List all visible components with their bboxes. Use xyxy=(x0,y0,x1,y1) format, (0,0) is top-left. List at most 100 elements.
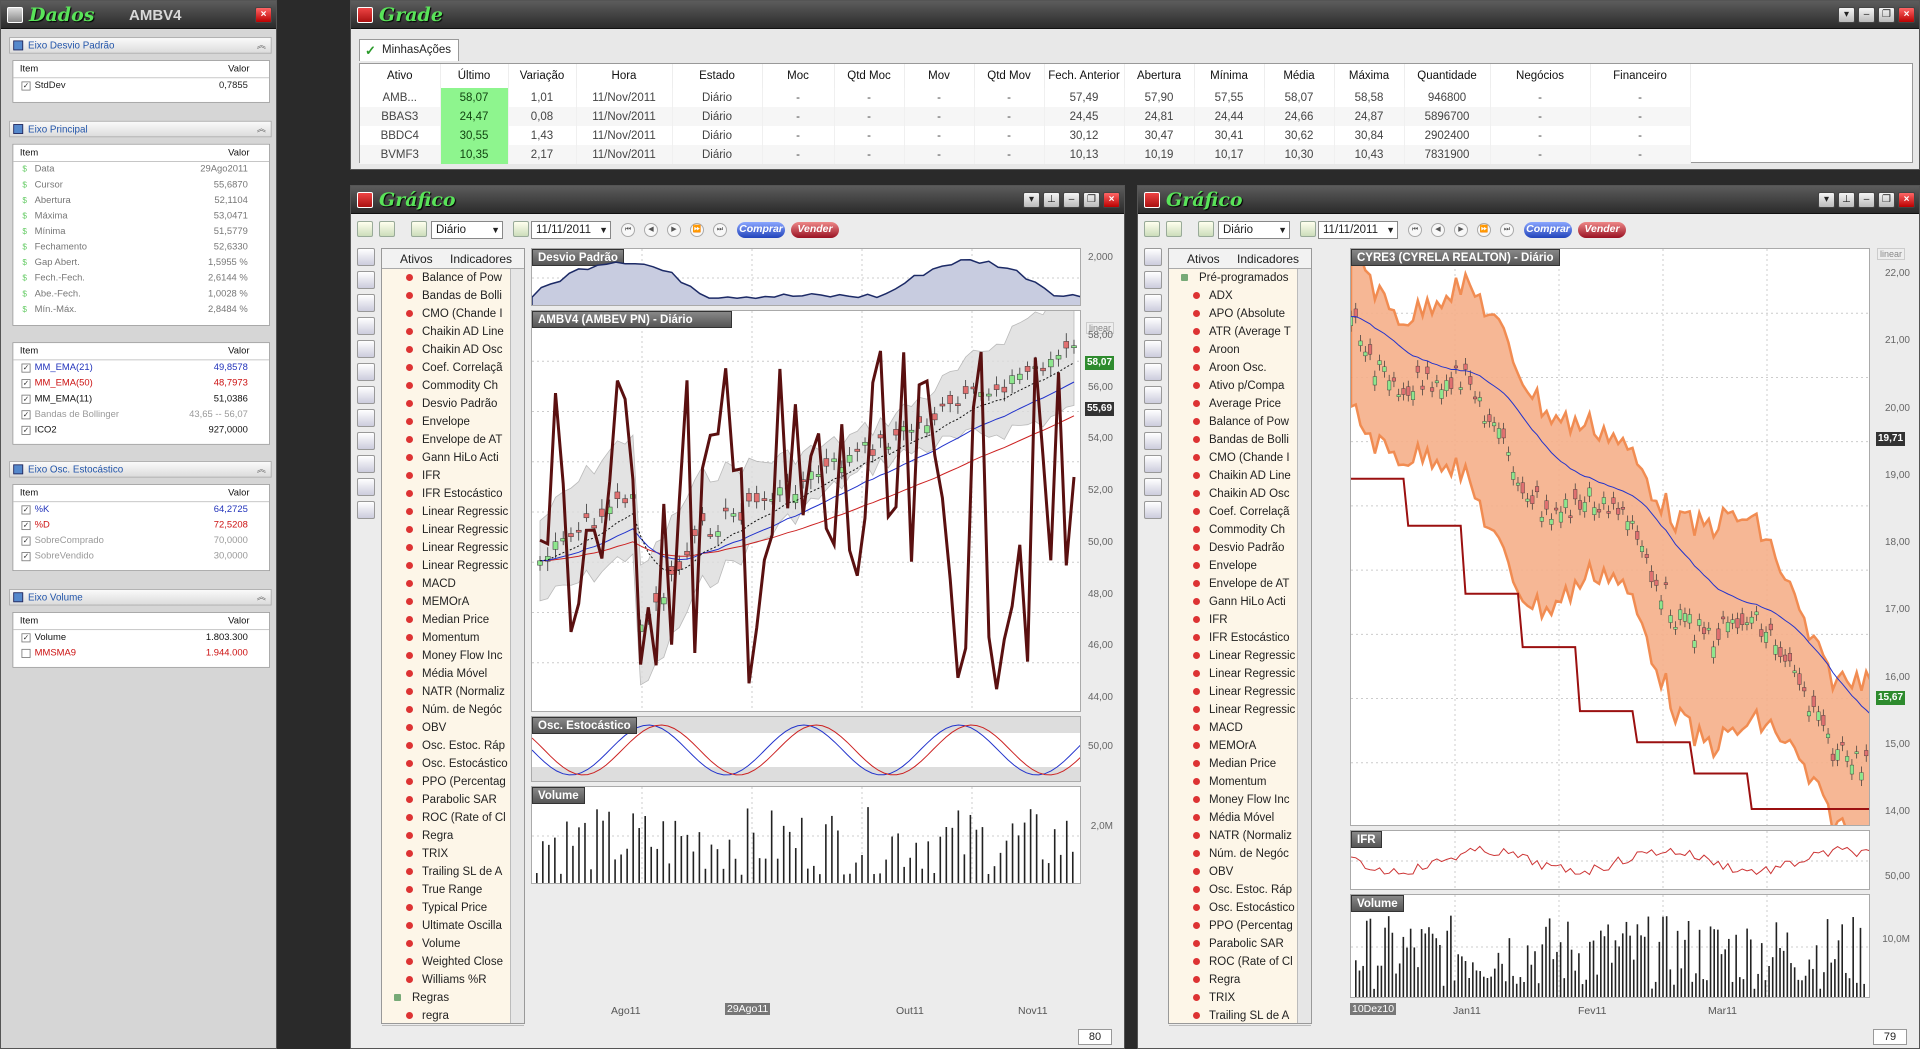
save-icon[interactable] xyxy=(1166,221,1182,237)
column-header[interactable]: Ativo xyxy=(360,64,441,88)
prev-icon[interactable]: ◀ xyxy=(1431,223,1445,237)
checkbox[interactable]: ✓ xyxy=(21,363,31,373)
sell-button[interactable]: Vender xyxy=(1578,222,1626,238)
column-header[interactable]: Negócios xyxy=(1490,64,1591,88)
column-header[interactable]: Último xyxy=(440,64,509,88)
tab-minhas-acoes[interactable]: ✓ MinhasAções xyxy=(359,39,459,61)
indicator-item[interactable]: Osc. Estocástico xyxy=(382,755,510,773)
table-row[interactable]: BBDC4 30,55 1,43 11/Nov/2011 Diário - - - -30,12… xyxy=(360,126,1691,145)
minimize-icon[interactable]: – xyxy=(1858,192,1875,208)
chart-menu-icon[interactable]: ▾ xyxy=(1023,192,1040,208)
column-header[interactable]: Média xyxy=(1264,64,1335,88)
select-tool-icon[interactable] xyxy=(1144,248,1162,266)
indicator-item[interactable]: CMO (Chande I xyxy=(1169,449,1297,467)
pin-icon[interactable]: ⊥ xyxy=(1043,192,1060,208)
shapes-icon[interactable] xyxy=(357,501,375,519)
indicator-item[interactable]: Money Flow Inc xyxy=(1169,791,1297,809)
main-price-panel[interactable]: AMBV4 (AMBEV PN) - Diário xyxy=(531,310,1081,712)
indicator-item[interactable]: Linear Regressic xyxy=(382,557,510,575)
fast-forward-icon[interactable]: ⏩ xyxy=(1477,223,1491,237)
indicator-item[interactable]: Median Price xyxy=(382,611,510,629)
indicator-item[interactable]: Osc. Estoc. Ráp xyxy=(1169,881,1297,899)
text-tool-icon[interactable] xyxy=(357,478,375,496)
column-header[interactable]: Financeiro xyxy=(1590,64,1691,88)
indicator-item[interactable]: Envelope de AT xyxy=(1169,575,1297,593)
indicator-item[interactable]: Média Móvel xyxy=(1169,809,1297,827)
zoom-tool-icon[interactable] xyxy=(357,432,375,450)
column-header[interactable]: Estado xyxy=(672,64,763,88)
indicator-item[interactable]: Coef. Correlaçã xyxy=(382,359,510,377)
date-select[interactable]: 11/11/2011 ▼ xyxy=(1318,221,1398,239)
sell-button[interactable]: Vender xyxy=(791,222,839,238)
zoom-input[interactable]: 80 xyxy=(1078,1029,1112,1045)
collapse-icon[interactable]: ︽ xyxy=(257,590,266,605)
indicator-item[interactable]: Linear Regressic xyxy=(382,539,510,557)
ifr-panel[interactable]: IFR xyxy=(1350,830,1870,890)
indicator-item[interactable]: Desvio Padrão xyxy=(382,395,510,413)
indicator-item[interactable]: Volume xyxy=(382,935,510,953)
indicator-item[interactable]: IFR Estocástico xyxy=(382,485,510,503)
save-icon[interactable] xyxy=(379,221,395,237)
indicator-item[interactable]: Aroon xyxy=(1169,341,1297,359)
column-header[interactable]: Fech. Anterior xyxy=(1044,64,1125,88)
checkbox[interactable]: ✓ xyxy=(21,536,31,546)
indicator-item[interactable]: Ultimate Oscilla xyxy=(382,917,510,935)
prev-icon[interactable]: ◀ xyxy=(644,223,658,237)
indicator-item[interactable]: Momentum xyxy=(382,629,510,647)
osc-estocastico-panel[interactable]: Osc. Estocástico xyxy=(531,716,1081,782)
clock-icon[interactable] xyxy=(1198,221,1214,237)
indicator-item[interactable]: Parabolic SAR xyxy=(382,791,510,809)
checkbox[interactable]: ✓ xyxy=(21,552,31,562)
column-header[interactable]: Mínima xyxy=(1194,64,1265,88)
indicator-item[interactable]: Bandas de Bolli xyxy=(1169,431,1297,449)
indicator-item[interactable]: IFR xyxy=(1169,611,1297,629)
indicator-item[interactable]: Balance of Pow xyxy=(382,269,510,287)
checkbox[interactable]: ✓ xyxy=(21,81,31,91)
column-header[interactable]: Mov xyxy=(904,64,975,88)
indicator-item[interactable]: Parabolic SAR xyxy=(1169,935,1297,953)
column-header[interactable]: Máxima xyxy=(1334,64,1405,88)
buy-button[interactable]: Comprar xyxy=(737,222,785,238)
indicator-item[interactable]: Chaikin AD Line xyxy=(1169,467,1297,485)
indicator-item[interactable]: ADX xyxy=(1169,287,1297,305)
checkbox[interactable]: ✓ xyxy=(21,633,31,643)
zoom-tool-icon[interactable] xyxy=(1144,432,1162,450)
indicator-item[interactable]: Linear Regressic xyxy=(382,503,510,521)
indicator-item[interactable]: Regra xyxy=(1169,971,1297,989)
period-select[interactable]: Diário ▼ xyxy=(431,221,503,239)
indicator-item[interactable]: Typical Price xyxy=(382,899,510,917)
line-tool-icon[interactable] xyxy=(357,386,375,404)
column-header[interactable]: Quantidade xyxy=(1404,64,1491,88)
tab-indicadores[interactable]: Indicadores xyxy=(1237,252,1299,266)
next-icon[interactable]: ▶ xyxy=(1454,223,1468,237)
grade-titlebar[interactable]: Grade ▾ – ❐ × xyxy=(351,1,1919,29)
main-price-panel[interactable]: CYRE3 (CYRELA REALTON) - Diário xyxy=(1350,248,1870,826)
indicator-group[interactable]: Regras xyxy=(382,989,510,1007)
indicator-item[interactable]: Gann HiLo Acti xyxy=(382,449,510,467)
indicator-item[interactable]: PPO (Percentag xyxy=(1169,917,1297,935)
indicator-item[interactable]: Williams %R xyxy=(382,971,510,989)
table-row[interactable]: BVMF3 10,35 2,17 11/Nov/2011 Diário - - - -10,13… xyxy=(360,145,1691,164)
indicator-item[interactable]: MEMOrA xyxy=(382,593,510,611)
dados-titlebar[interactable]: Dados AMBV4 × xyxy=(1,1,276,29)
select-tool-icon[interactable] xyxy=(357,248,375,266)
close-icon[interactable]: × xyxy=(1103,192,1120,208)
restore-icon[interactable]: ❐ xyxy=(1083,192,1100,208)
indicator-item[interactable]: Money Flow Inc xyxy=(382,647,510,665)
indicator-item[interactable]: regra xyxy=(382,1007,510,1023)
indicator-item[interactable]: Momentum xyxy=(1169,773,1297,791)
alarm-icon[interactable] xyxy=(1144,455,1162,473)
checkbox[interactable] xyxy=(21,648,31,658)
indicator-item[interactable]: TRIX xyxy=(382,845,510,863)
indicator-item[interactable]: Linear Regressic xyxy=(1169,665,1297,683)
indicator-group[interactable]: Pré-programados xyxy=(1169,269,1297,287)
indicator-item[interactable]: Average Price xyxy=(1169,395,1297,413)
note-icon[interactable] xyxy=(357,271,375,289)
indicator-item[interactable]: Commodity Ch xyxy=(382,377,510,395)
hand-icon[interactable] xyxy=(1144,340,1162,358)
indicator-item[interactable]: Envelope xyxy=(1169,557,1297,575)
indicator-item[interactable]: Núm. de Negóc xyxy=(382,701,510,719)
tab-indicadores[interactable]: Indicadores xyxy=(450,252,512,266)
last-icon[interactable]: ⏭ xyxy=(713,223,727,237)
indicator-item[interactable]: ROC (Rate of Cl xyxy=(382,809,510,827)
